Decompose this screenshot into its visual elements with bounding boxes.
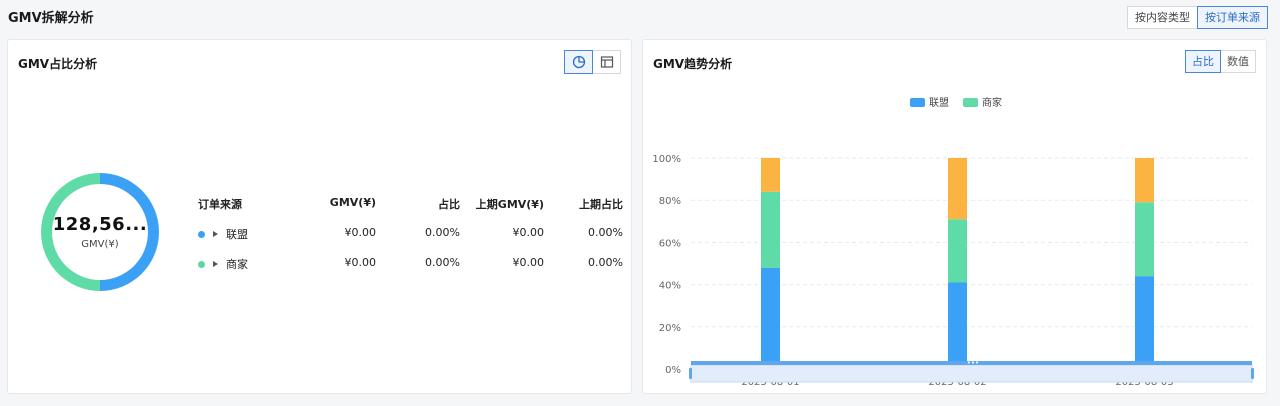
bar-segment[interactable] — [1135, 276, 1154, 369]
donut-total-label: GMV(¥) — [81, 239, 119, 250]
slider-handle-right[interactable] — [1251, 368, 1254, 379]
legend-dot — [198, 230, 205, 238]
view-toggle — [564, 50, 621, 74]
legend-label[interactable]: 联盟 — [929, 97, 949, 109]
gmv-trend-chart: 联盟商家 0%20%40%60%80%100% 2025-08-012025-0… — [652, 96, 1254, 388]
gmv-share-card: GMV占比分析 128,56... GMV(¥) 订单来源 GMV(¥) 占比 … — [7, 39, 632, 394]
y-tick-label: 80% — [659, 196, 681, 207]
row-prev-gmv: ¥0.00 — [512, 256, 545, 269]
data-zoom-slider[interactable]: ••• — [689, 359, 1254, 383]
legend-swatch — [910, 98, 925, 107]
header-order-source: 订单来源 — [198, 198, 242, 211]
bar-segment[interactable] — [948, 282, 967, 369]
mode-share-button[interactable]: 占比 — [1185, 50, 1221, 73]
y-tick-label: 60% — [659, 238, 681, 249]
pie-view-button[interactable] — [564, 50, 593, 74]
gmv-trend-card: GMV趋势分析 占比 数值 联盟商家 0%20%40%60%80%100% 20… — [642, 39, 1267, 394]
legend-dot — [198, 260, 205, 268]
expand-caret-icon[interactable] — [213, 261, 218, 267]
trend-mode-toggle: 占比 数值 — [1185, 50, 1256, 73]
expand-caret-icon[interactable] — [213, 231, 218, 237]
tab-by-content-type[interactable]: 按内容类型 — [1127, 6, 1198, 29]
table-icon — [600, 56, 613, 68]
bar-segment[interactable] — [761, 158, 780, 192]
tab-by-order-source[interactable]: 按订单来源 — [1197, 6, 1268, 29]
slider-track[interactable] — [690, 364, 1253, 383]
slider-handle-left[interactable] — [689, 368, 692, 379]
table-view-button[interactable] — [592, 50, 621, 74]
y-tick-label: 100% — [652, 154, 681, 165]
dimension-tabs: 按内容类型 按订单来源 — [1127, 6, 1268, 29]
pie-chart-icon — [572, 55, 585, 69]
legend-swatch — [963, 98, 978, 107]
header-gmv: GMV(¥) — [329, 196, 376, 209]
y-tick-label: 0% — [665, 365, 681, 376]
y-tick-label: 40% — [659, 281, 681, 292]
bar-segment[interactable] — [761, 191, 780, 268]
row-prev-gmv: ¥0.00 — [512, 226, 545, 239]
bar-segment[interactable] — [1135, 158, 1154, 203]
row-ratio: 0.00% — [425, 226, 460, 239]
bar-segment[interactable] — [761, 267, 780, 369]
header-prev-ratio: 上期占比 — [579, 198, 623, 211]
row-gmv: ¥0.00 — [344, 256, 377, 269]
row-name: 商家 — [226, 258, 248, 271]
row-ratio: 0.00% — [425, 256, 460, 269]
table-row[interactable]: 商家 ¥0.00 0.00% ¥0.00 0.00% — [198, 256, 623, 286]
slider-grip-icon[interactable]: ••• — [967, 359, 979, 367]
trend-card-title: GMV趋势分析 — [653, 57, 733, 71]
row-prev-ratio: 0.00% — [588, 226, 623, 239]
row-source: 联盟 — [198, 226, 248, 242]
bar-segment[interactable] — [948, 219, 967, 283]
share-card-title: GMV占比分析 — [18, 57, 98, 71]
row-prev-ratio: 0.00% — [588, 256, 623, 269]
y-tick-label: 20% — [659, 323, 681, 334]
order-source-table: 订单来源 GMV(¥) 占比 上期GMV(¥) 上期占比 联盟 ¥0.00 0.… — [198, 196, 623, 286]
mode-value-button[interactable]: 数值 — [1220, 50, 1256, 73]
legend-label[interactable]: 商家 — [982, 96, 1002, 109]
row-source: 商家 — [198, 256, 248, 272]
bar-segment[interactable] — [948, 158, 967, 220]
donut-total-value: 128,56... — [52, 214, 148, 235]
table-header-row: 订单来源 GMV(¥) 占比 上期GMV(¥) 上期占比 — [198, 196, 623, 226]
row-gmv: ¥0.00 — [344, 226, 377, 239]
header-ratio: 占比 — [438, 198, 460, 211]
page-title: GMV拆解分析 — [8, 11, 94, 26]
bar-segment[interactable] — [1135, 202, 1154, 277]
table-row[interactable]: 联盟 ¥0.00 0.00% ¥0.00 0.00% — [198, 226, 623, 256]
row-name: 联盟 — [226, 228, 248, 241]
header-prev-gmv: 上期GMV(¥) — [475, 198, 544, 211]
